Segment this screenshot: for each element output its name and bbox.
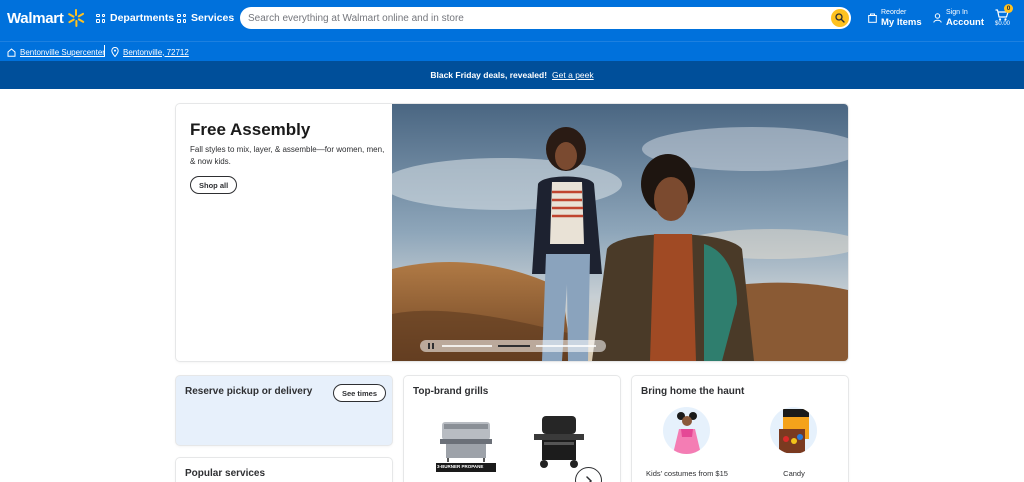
pin-icon bbox=[111, 47, 119, 57]
haunt-title: Bring home the haunt bbox=[641, 386, 745, 397]
store-selector[interactable]: Bentonville Supercenter bbox=[7, 46, 105, 58]
reorder-button[interactable]: Reorder My Items bbox=[868, 7, 922, 29]
location-bar: Bentonville Supercenter Bentonville, 727… bbox=[0, 41, 1024, 61]
haunt-card: Bring home the haunt Kids' costumes from… bbox=[632, 376, 848, 482]
carousel-dot-active[interactable] bbox=[498, 345, 530, 347]
promo-text: Black Friday deals, revealed! bbox=[430, 70, 548, 80]
search-bar bbox=[240, 7, 851, 29]
account-small: Sign In bbox=[946, 8, 968, 16]
walmart-logo[interactable]: Walmart bbox=[7, 8, 85, 28]
carousel-controls bbox=[420, 340, 606, 352]
departments-label: Departments bbox=[110, 12, 175, 24]
services-button[interactable]: Services bbox=[177, 10, 234, 26]
hero-title: Free Assembly bbox=[190, 120, 311, 139]
cart-button[interactable]: 0 $0.00 bbox=[993, 4, 1017, 30]
store-name: Bentonville Supercenter bbox=[20, 47, 105, 57]
grill-product-2[interactable] bbox=[528, 414, 588, 470]
shop-all-button[interactable]: Shop all bbox=[190, 176, 238, 194]
departments-button[interactable]: Departments bbox=[96, 10, 174, 26]
cart-total: $0.00 bbox=[995, 21, 1011, 27]
pickup-card: Reserve pickup or delivery See times bbox=[176, 376, 392, 445]
costume-label[interactable]: Kids' costumes from $15 bbox=[641, 469, 733, 478]
grills-card: Top-brand grills 3-BURNER PROPANE bbox=[404, 376, 620, 482]
chevron-right-icon bbox=[586, 476, 593, 482]
grid-icon bbox=[96, 13, 105, 23]
carousel-dot[interactable] bbox=[442, 345, 492, 347]
costume-thumbnail[interactable] bbox=[663, 407, 710, 454]
hero-subtitle: Fall styles to mix, layer, & assemble—fo… bbox=[190, 145, 385, 166]
grill-badge: 3-BURNER PROPANE bbox=[437, 464, 484, 469]
hero-card: Free Assembly Fall styles to mix, layer,… bbox=[176, 104, 848, 361]
popular-services-card: Popular services bbox=[176, 458, 392, 482]
reorder-icon bbox=[868, 13, 877, 23]
pause-icon[interactable] bbox=[428, 343, 434, 349]
see-times-button[interactable]: See times bbox=[333, 384, 387, 402]
store-icon bbox=[7, 47, 16, 57]
next-arrow-button[interactable] bbox=[575, 467, 602, 482]
search-input[interactable] bbox=[248, 10, 823, 26]
spark-logo-icon bbox=[67, 9, 85, 27]
address-text: Bentonville, 72712 bbox=[123, 47, 189, 57]
divider bbox=[104, 45, 105, 56]
candy-label[interactable]: Candy bbox=[748, 469, 840, 478]
reorder-small: Reorder bbox=[881, 8, 907, 16]
search-button[interactable] bbox=[831, 9, 849, 27]
search-icon bbox=[835, 13, 845, 23]
account-button[interactable]: Sign In Account bbox=[933, 7, 984, 29]
hero-image[interactable] bbox=[392, 104, 848, 361]
cart-count-badge: 0 bbox=[1004, 4, 1013, 13]
top-header: Walmart Departments Services Search ever… bbox=[0, 0, 1024, 41]
pickup-title: Reserve pickup or delivery bbox=[185, 386, 313, 397]
services-label: Services bbox=[191, 12, 235, 24]
popular-services-title: Popular services bbox=[185, 468, 266, 479]
promo-link[interactable]: Get a peek bbox=[552, 70, 594, 80]
carousel-dot[interactable] bbox=[536, 345, 596, 347]
grill-product-1[interactable]: 3-BURNER PROPANE bbox=[434, 412, 498, 474]
candy-thumbnail[interactable] bbox=[770, 407, 817, 454]
address-selector[interactable]: Bentonville, 72712 bbox=[111, 46, 189, 58]
account-icon bbox=[933, 13, 942, 23]
grid-icon bbox=[177, 13, 186, 23]
promo-banner: Black Friday deals, revealed! Get a peek bbox=[0, 61, 1024, 89]
grills-title: Top-brand grills bbox=[413, 386, 489, 397]
logo-text: Walmart bbox=[7, 9, 64, 27]
reorder-big: My Items bbox=[881, 16, 922, 28]
account-big: Account bbox=[946, 16, 984, 28]
